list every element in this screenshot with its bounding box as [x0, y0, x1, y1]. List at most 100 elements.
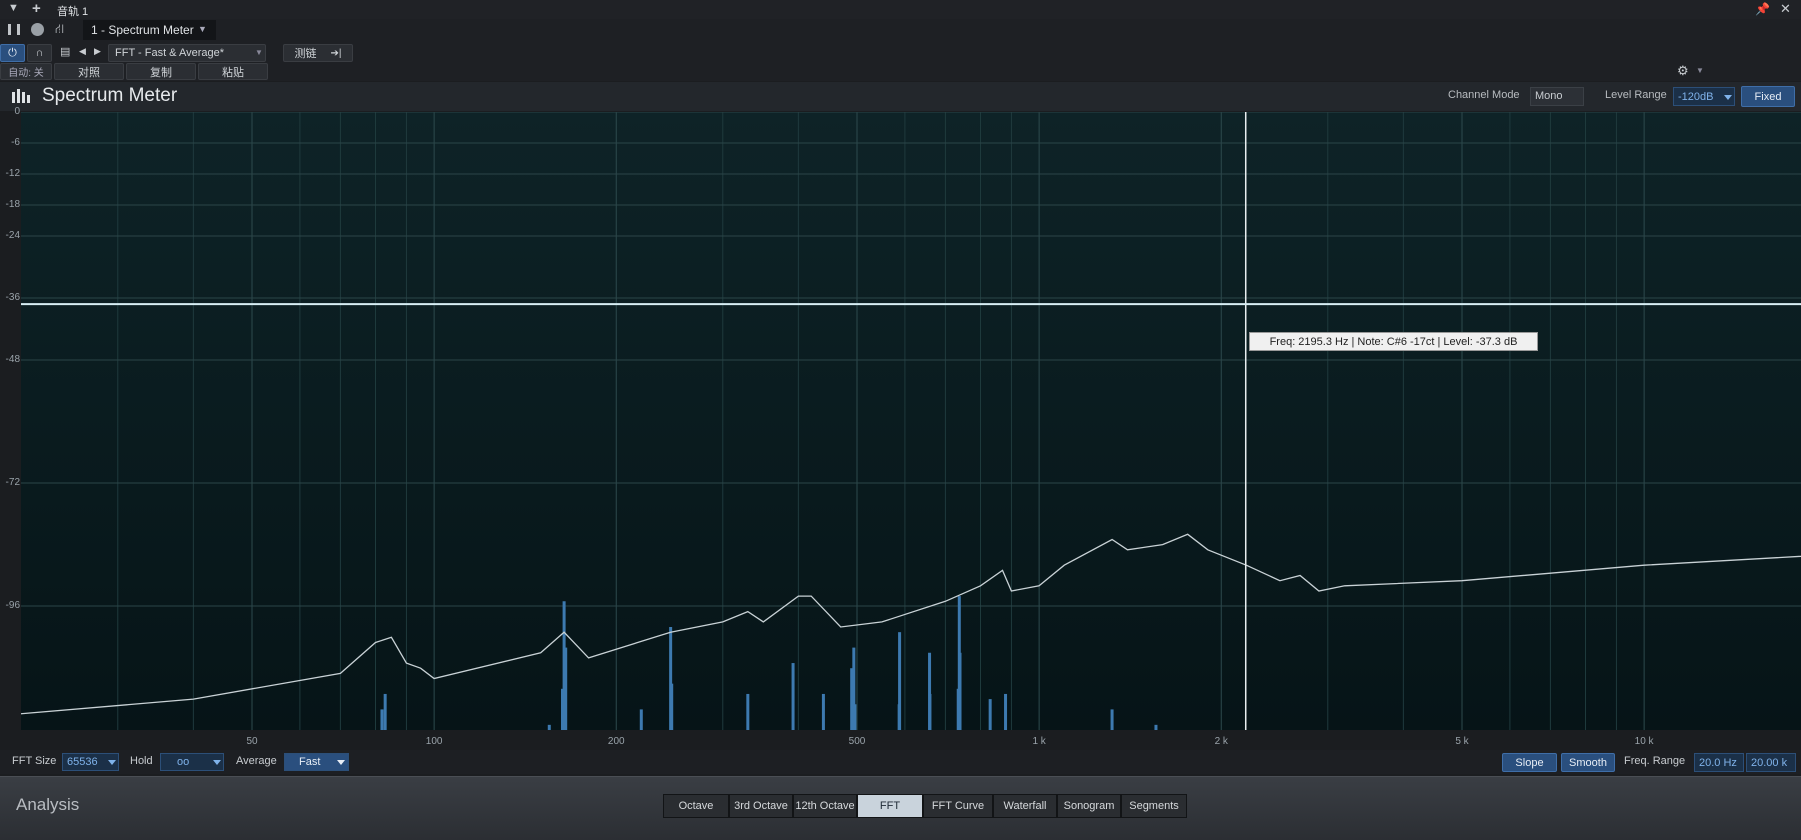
sidechain-label: 测链: [294, 48, 317, 60]
spectrum-bar: [988, 699, 992, 730]
monitor-button[interactable]: ∩: [27, 44, 52, 62]
mode-tab-octave[interactable]: Octave: [663, 794, 729, 818]
spectrum-bar: [380, 709, 384, 730]
average-label: Average: [236, 755, 277, 767]
device-title: 1 - Spectrum Meter: [91, 23, 194, 37]
x-tick-label: 200: [607, 736, 625, 747]
menu-dropdown-icon[interactable]: ▼: [8, 2, 19, 14]
mixer-icon[interactable]: [8, 24, 20, 35]
slope-button[interactable]: Slope: [1502, 753, 1557, 772]
y-tick-label: 0: [14, 106, 20, 117]
x-tick-label: 50: [246, 736, 258, 747]
spectrum-bar: [821, 693, 825, 730]
preset-bar: ⏻ ∩ ▤ ◀ ▶ FFT - Fast & Average* ▼ 测链 ➔|: [0, 42, 1801, 65]
presonus-logo-icon: [12, 89, 30, 103]
y-tick-label: -36: [5, 292, 20, 303]
spectrum-bar: [564, 647, 568, 730]
spectrum-bar: [547, 724, 551, 730]
x-tick-label: 10 k: [1634, 736, 1654, 747]
spectrum-bar: [1004, 693, 1008, 730]
chevron-down-icon: [1724, 95, 1732, 100]
hold-select[interactable]: oo: [160, 753, 224, 771]
gear-icon[interactable]: ⚙: [1677, 63, 1689, 79]
preset-name: FFT - Fast & Average*: [115, 47, 225, 59]
chevron-down-icon: [108, 760, 116, 765]
track-title: 音轨 1: [57, 6, 89, 18]
window-titlebar: ▼ + 音轨 1 📌 ✕: [0, 0, 1801, 20]
hold-value: oo: [177, 756, 190, 768]
compare-button[interactable]: 对照: [54, 63, 124, 80]
headphones-icon: ∩: [35, 47, 44, 59]
mode-tab-segments[interactable]: Segments: [1121, 794, 1187, 818]
prev-preset-icon[interactable]: ◀: [79, 46, 86, 57]
mode-tab-waterfall[interactable]: Waterfall: [993, 794, 1057, 818]
mode-tab-sonogram[interactable]: Sonogram: [1057, 794, 1121, 818]
freq-min-input[interactable]: 20.0 Hz: [1694, 753, 1744, 772]
analysis-title: Analysis: [16, 795, 80, 814]
x-tick-label: 1 k: [1032, 736, 1046, 747]
spectrum-bar: [746, 693, 750, 730]
sidechain-input-icon: ➔|: [330, 47, 342, 59]
device-bar: ⛙ 1 - Spectrum Meter ▼: [0, 19, 1801, 42]
freq-range-label: Freq. Range: [1624, 755, 1686, 767]
mode-tab-fft[interactable]: FFT: [857, 794, 923, 818]
average-select[interactable]: Fast: [284, 753, 349, 771]
level-range-value: -120dB: [1678, 90, 1714, 103]
spectrum-bar: [383, 693, 387, 730]
spectrum-bar: [956, 688, 960, 730]
y-tick-label: -18: [5, 199, 20, 210]
device-selector[interactable]: 1 - Spectrum Meter ▼: [83, 20, 216, 40]
y-tick-label: -72: [5, 477, 20, 488]
mode-tab-3rd-octave[interactable]: 3rd Octave: [729, 794, 793, 818]
chevron-down-icon: ▼: [255, 48, 263, 57]
x-tick-label: 2 k: [1214, 736, 1228, 747]
spectrum-bar: [898, 632, 902, 730]
power-icon: ⏻: [8, 46, 17, 59]
spectrum-bar: [670, 683, 674, 730]
average-value: Fast: [299, 756, 321, 768]
preset-selector[interactable]: FFT - Fast & Average* ▼: [108, 44, 266, 62]
spectrum-bar: [1154, 724, 1158, 730]
channel-mode-select[interactable]: Mono: [1530, 87, 1584, 106]
average-curve: [21, 533, 1801, 715]
smooth-button[interactable]: Smooth: [1561, 753, 1615, 772]
freq-max-input[interactable]: 20.00 k: [1746, 753, 1796, 772]
chevron-down-icon[interactable]: ▼: [1696, 66, 1704, 75]
automation-bar: 自动: 关 对照 复制 粘贴 ⚙ ▼: [0, 63, 1801, 81]
spectrum-bar: [853, 704, 857, 730]
routing-icon[interactable]: ⛙: [55, 21, 64, 39]
pin-icon[interactable]: 📌: [1755, 2, 1770, 16]
paste-button[interactable]: 粘贴: [198, 63, 268, 80]
copy-button[interactable]: 复制: [126, 63, 196, 80]
y-tick-label: -96: [5, 600, 20, 611]
spectrum-chart: [21, 112, 1801, 730]
power-button[interactable]: ⏻: [0, 44, 25, 62]
x-tick-label: 5 k: [1455, 736, 1469, 747]
spectrum-bar: [791, 663, 795, 730]
plugin-title: Spectrum Meter: [42, 85, 178, 106]
hold-label: Hold: [130, 755, 153, 767]
spectrum-bar: [639, 709, 643, 730]
mode-tab-12th-octave[interactable]: 12th Octave: [793, 794, 857, 818]
mode-tab-fft-curve[interactable]: FFT Curve: [923, 794, 993, 818]
preset-file-icon[interactable]: ▤: [60, 45, 70, 58]
x-tick-label: 500: [848, 736, 866, 747]
spectrum-bar: [1110, 709, 1114, 730]
close-icon[interactable]: ✕: [1780, 1, 1791, 17]
spectrum-bar: [928, 693, 932, 730]
browse-icon[interactable]: [31, 23, 44, 36]
add-icon[interactable]: +: [32, 0, 41, 17]
x-tick-label: 100: [425, 736, 443, 747]
automation-button[interactable]: 自动: 关: [0, 63, 52, 80]
sidechain-button[interactable]: 测链 ➔|: [283, 44, 353, 62]
chevron-down-icon: ▼: [198, 24, 207, 34]
y-tick-label: -6: [11, 137, 20, 148]
fixed-button[interactable]: Fixed: [1741, 86, 1795, 107]
plugin-header: Spectrum Meter Channel Mode Mono Level R…: [0, 82, 1801, 111]
next-preset-icon[interactable]: ▶: [94, 46, 101, 57]
spectrum-plot[interactable]: [21, 112, 1801, 730]
y-tick-label: -24: [5, 230, 20, 241]
level-range-select[interactable]: -120dB: [1673, 87, 1735, 106]
fft-size-select[interactable]: 65536: [62, 753, 119, 771]
spectrum-settings-bar: FFT Size 65536 Hold oo Average Fast Slop…: [0, 750, 1801, 774]
